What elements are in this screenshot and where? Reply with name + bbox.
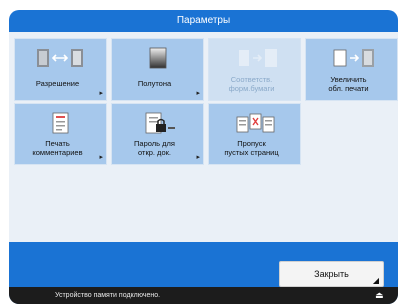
chevron-icon: ▸ (99, 90, 103, 97)
tile-enlarge-print-area[interactable]: Увеличить обл. печати (305, 38, 398, 101)
settings-dialog: Параметры Разрешение ▸ Полутона ▸ Соотве… (9, 10, 398, 304)
options-panel: Разрешение ▸ Полутона ▸ Соответств. форм… (9, 32, 398, 242)
tile-skip-blank-pages[interactable]: Пропуск пустых страниц (208, 103, 301, 165)
halftone-icon (149, 47, 167, 69)
tile-print-comments-label: Печать комментариев (32, 139, 83, 157)
close-button[interactable]: Закрыть ◢ (279, 261, 384, 287)
tile-resolution-label: Разрешение (35, 79, 80, 88)
tile-document-password[interactable]: Пароль для откр. док. ▸ (111, 103, 204, 165)
tile-enlarge-print-area-label: Увеличить обл. печати (328, 74, 369, 93)
chevron-icon: ▸ (99, 154, 103, 161)
tile-paper-size-match-label: Соответств. форм.бумаги (228, 74, 275, 93)
corner-icon: ◢ (372, 276, 379, 285)
paper-size-match-icon (239, 49, 277, 67)
skip-blank-pages-icon (236, 113, 275, 133)
document-password-icon (145, 112, 175, 134)
tile-paper-size-match[interactable]: Соответств. форм.бумаги (208, 38, 301, 101)
resolution-icon (37, 49, 83, 67)
status-bar: Устройство памяти подключено. ⏏ (9, 287, 398, 304)
chevron-icon: ▸ (196, 90, 200, 97)
tile-document-password-label: Пароль для откр. док. (134, 139, 175, 157)
dialog-title: Параметры (176, 15, 231, 26)
chevron-icon: ▸ (196, 154, 200, 161)
tile-print-comments[interactable]: Печать комментариев ▸ (14, 103, 107, 165)
tile-halftone[interactable]: Полутона ▸ (111, 38, 204, 101)
close-button-label: Закрыть (314, 269, 349, 279)
status-message: Устройство памяти подключено. (55, 292, 161, 299)
enlarge-print-area-icon (333, 49, 374, 67)
tile-halftone-label: Полутона (137, 79, 172, 88)
tile-resolution[interactable]: Разрешение ▸ (14, 38, 107, 101)
print-comments-icon (52, 112, 69, 134)
eject-icon[interactable]: ⏏ (375, 287, 384, 304)
tile-skip-blank-pages-label: Пропуск пустых страниц (224, 139, 279, 157)
